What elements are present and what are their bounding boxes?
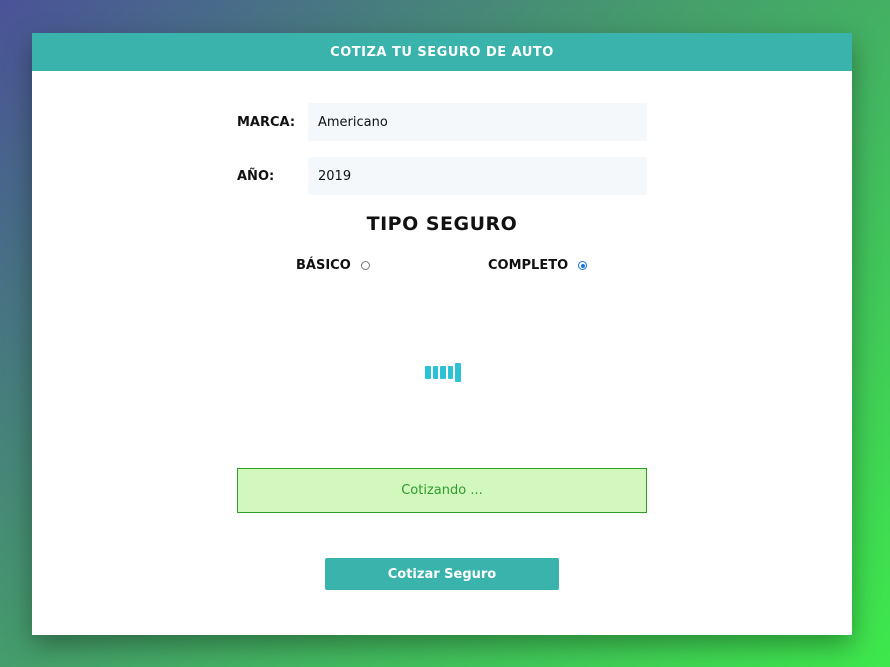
loading-spinner-icon: [425, 362, 461, 382]
status-text: Cotizando ...: [401, 483, 483, 498]
anio-select[interactable]: 2019: [308, 157, 647, 195]
completo-radio[interactable]: [578, 261, 588, 270]
anio-label: AÑO:: [237, 168, 275, 184]
spinner-bar: [440, 365, 446, 379]
marca-label: MARCA:: [237, 114, 296, 130]
form-header: COTIZA TU SEGURO DE AUTO: [32, 33, 852, 71]
basico-radio[interactable]: [360, 261, 370, 270]
spinner-bar: [447, 365, 453, 379]
cotizar-seguro-button[interactable]: Cotizar Seguro: [325, 558, 559, 590]
tipo-seguro-title: TIPO SEGURO: [366, 213, 518, 235]
spinner-bar: [455, 362, 461, 382]
completo-label: COMPLETO: [488, 258, 569, 273]
anio-row: AÑO: 2019: [237, 157, 647, 195]
option-basico[interactable]: BÁSICO: [296, 258, 370, 273]
marca-row: MARCA: Americano: [237, 103, 647, 141]
option-completo[interactable]: COMPLETO: [488, 258, 588, 273]
marca-select[interactable]: Americano: [308, 103, 647, 141]
status-message: Cotizando ...: [237, 468, 647, 513]
basico-label: BÁSICO: [296, 258, 351, 273]
header-title: COTIZA TU SEGURO DE AUTO: [330, 44, 554, 60]
quote-form-card: COTIZA TU SEGURO DE AUTO MARCA: American…: [32, 33, 852, 635]
spinner-bar: [432, 365, 438, 379]
spinner-bar: [425, 365, 431, 379]
